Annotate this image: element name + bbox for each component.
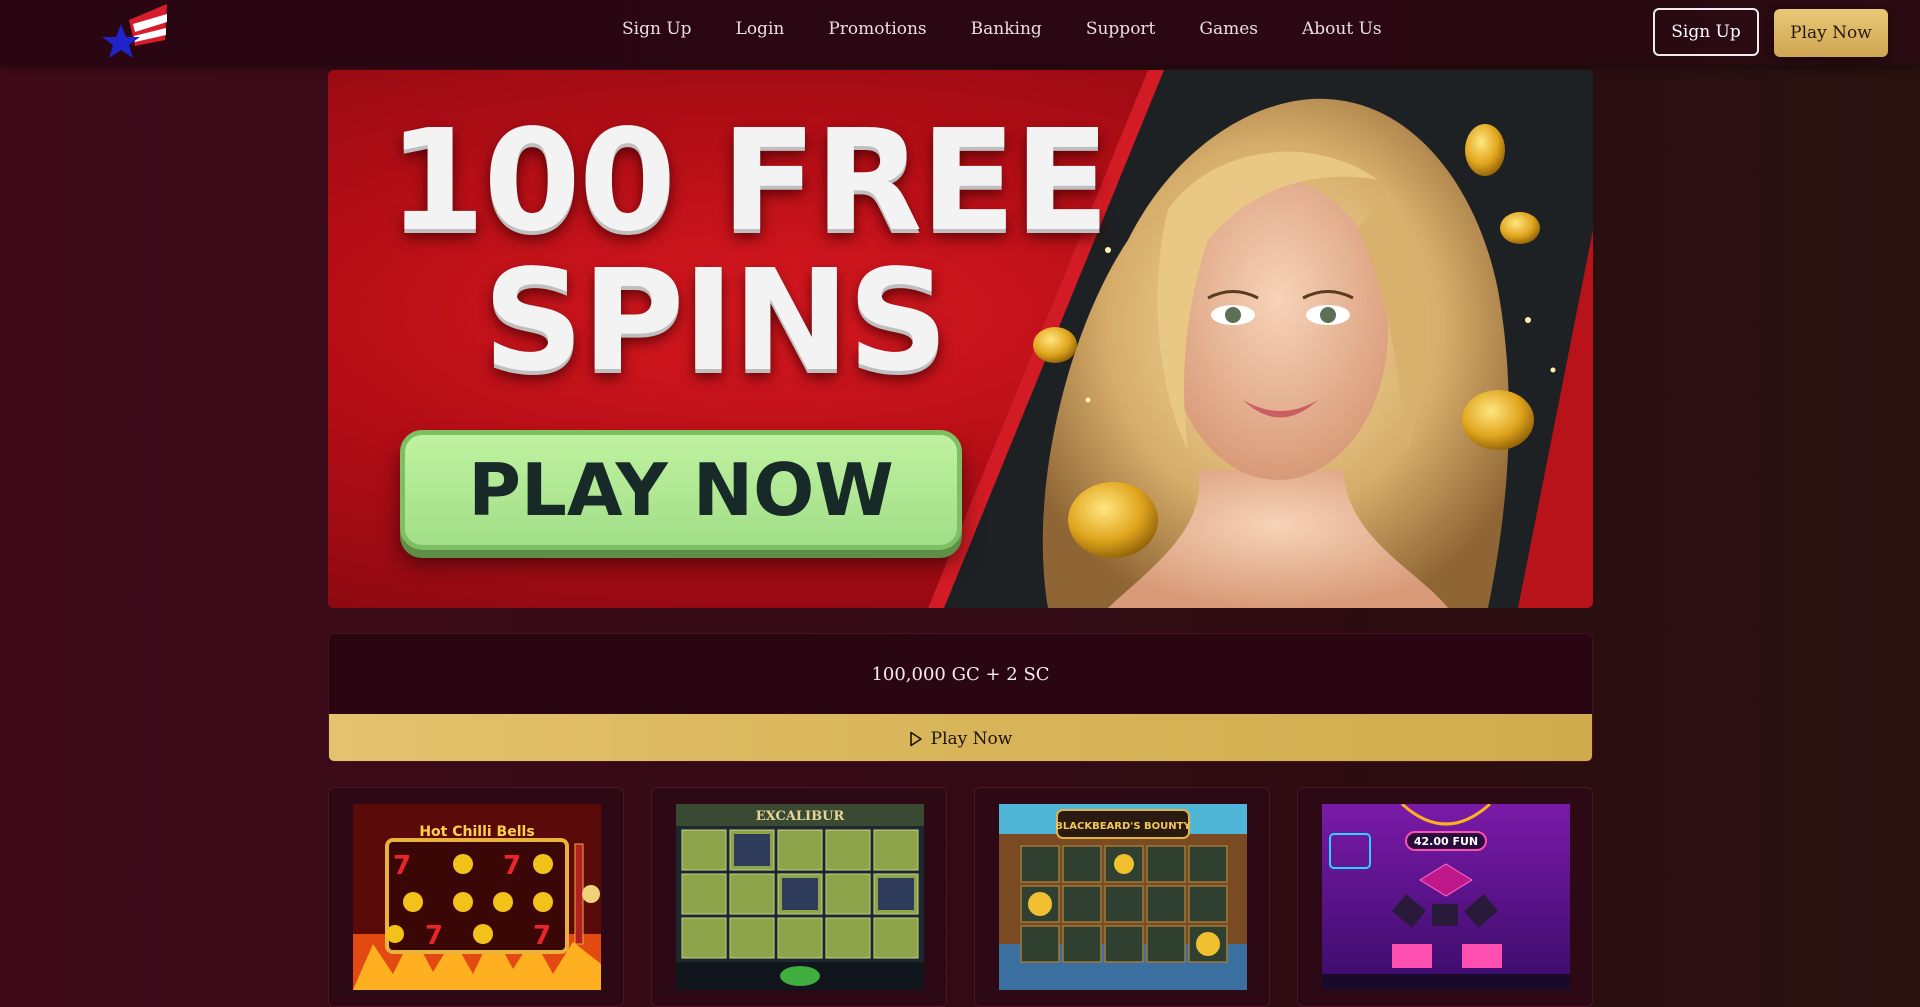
- promo-banner[interactable]: 100 FREE SPINS PLAY NOW: [328, 70, 1593, 608]
- game-title-blackbeards-bounty: BLACKBEARD'S BOUNTY: [1055, 821, 1191, 832]
- top-navigation-bar: Sign Up Login Promotions Banking Support…: [0, 0, 1920, 65]
- logo[interactable]: [101, 0, 171, 60]
- offer-text: 100,000 GC + 2 SC: [871, 663, 1050, 685]
- svg-text:7: 7: [393, 851, 411, 881]
- svg-text:7: 7: [503, 851, 521, 881]
- star-flag-logo-icon: [102, 4, 167, 58]
- banner-headline-line2: SPINS: [483, 240, 949, 403]
- game-card[interactable]: 42.00 FUN: [1297, 787, 1593, 1007]
- nav-support[interactable]: Support: [1064, 0, 1178, 58]
- game-thumbnail-hot-chilli-bells[interactable]: Hot Chilli Bells 7 7 7 7: [353, 804, 601, 990]
- banner-headline-line1: 100 FREE: [388, 100, 1110, 263]
- game-card[interactable]: EXCALIBUR: [651, 787, 947, 1007]
- game-value-badge: 42.00 FUN: [1414, 835, 1478, 848]
- game-thumbnail-excalibur[interactable]: EXCALIBUR: [676, 804, 924, 990]
- game-thumbnail-neon-slot[interactable]: 42.00 FUN: [1322, 804, 1570, 990]
- svg-text:7: 7: [533, 921, 551, 951]
- sign-up-button[interactable]: Sign Up: [1653, 8, 1759, 56]
- slot-thumbnail: BLACKBEARD'S BOUNTY: [999, 804, 1247, 990]
- game-thumbnail-blackbeards-bounty[interactable]: BLACKBEARD'S BOUNTY: [999, 804, 1247, 990]
- offer-button-label: Play Now: [930, 728, 1013, 749]
- slot-thumbnail: Hot Chilli Bells 7 7 7 7: [353, 804, 601, 990]
- game-grid: Hot Chilli Bells 7 7 7 7 EXCALIBUR BLACKBE…: [328, 787, 1593, 1007]
- game-card[interactable]: BLACKBEARD'S BOUNTY: [974, 787, 1270, 1007]
- slot-thumbnail: EXCALIBUR: [676, 804, 924, 990]
- offer-card: 100,000 GC + 2 SC Play Now: [328, 633, 1593, 762]
- nav-login[interactable]: Login: [714, 0, 807, 58]
- nav-banking[interactable]: Banking: [949, 0, 1064, 58]
- banner-play-now-button[interactable]: PLAY NOW: [400, 430, 962, 550]
- nav-sign-up[interactable]: Sign Up: [600, 0, 714, 58]
- game-card[interactable]: Hot Chilli Bells 7 7 7 7: [328, 787, 624, 1007]
- play-icon: [909, 731, 922, 746]
- offer-play-now-button[interactable]: Play Now: [329, 714, 1592, 761]
- nav-about-us[interactable]: About Us: [1280, 0, 1404, 58]
- svg-text:7: 7: [425, 921, 443, 951]
- main-nav: Sign Up Login Promotions Banking Support…: [600, 0, 1404, 58]
- nav-promotions[interactable]: Promotions: [806, 0, 948, 58]
- nav-games[interactable]: Games: [1177, 0, 1280, 58]
- game-title-hot-chilli-bells: Hot Chilli Bells: [419, 824, 534, 840]
- slot-thumbnail: 42.00 FUN: [1322, 804, 1570, 990]
- game-title-excalibur: EXCALIBUR: [756, 809, 845, 824]
- play-now-button[interactable]: Play Now: [1774, 9, 1888, 57]
